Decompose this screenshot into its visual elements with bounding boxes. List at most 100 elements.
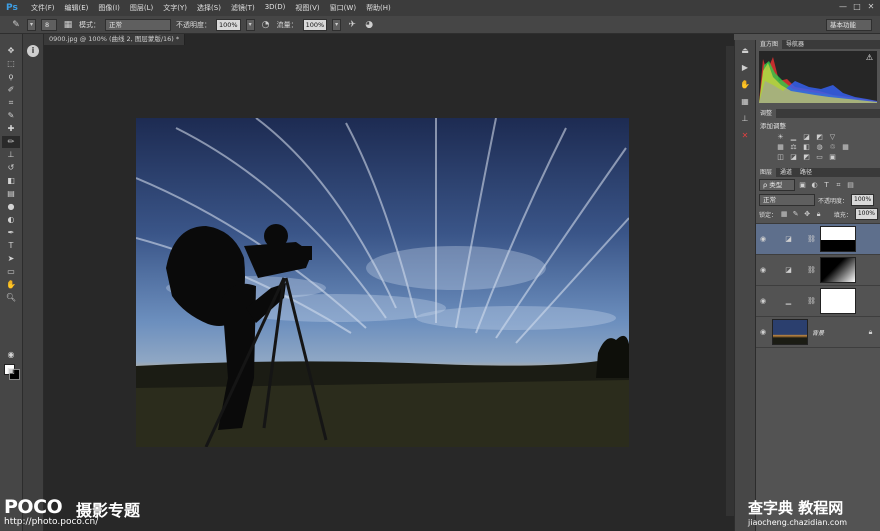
visibility-eye-icon[interactable]: ◉ <box>758 297 768 305</box>
quick-mask-icon[interactable]: ◉ <box>2 349 20 361</box>
minimize-button[interactable]: — <box>838 2 848 12</box>
layer-filter-select[interactable]: ρ 类型 <box>759 179 795 191</box>
move-tool-icon[interactable]: ✥ <box>2 45 20 57</box>
tool-preset-dropdown[interactable]: ▾ <box>27 18 36 31</box>
opacity-field[interactable]: 100% <box>216 18 241 31</box>
layer-mask-thumbnail[interactable] <box>820 226 856 252</box>
quick-select-tool-icon[interactable]: ✐ <box>2 84 20 96</box>
type-tool-icon[interactable]: T <box>2 240 20 252</box>
menu-file[interactable]: 文件(F) <box>26 3 60 13</box>
chain-link-icon[interactable]: ⛓ <box>807 297 816 305</box>
layer-curves-1[interactable]: ◉ ◪ ⛓ <box>756 255 880 286</box>
menu-help[interactable]: 帮助(H) <box>361 3 396 13</box>
brightness-contrast-icon[interactable]: ☀ <box>776 133 785 141</box>
filter-adjustment-icon[interactable]: ◐ <box>810 181 819 189</box>
workspace-select[interactable]: 基本功能 <box>826 19 872 31</box>
maximize-button[interactable]: □ <box>852 2 862 12</box>
levels-icon[interactable]: ▁ <box>789 133 798 141</box>
vibrance-icon[interactable]: ▽ <box>828 133 837 141</box>
tab-layers[interactable]: 图层 <box>756 168 777 177</box>
filter-shape-icon[interactable]: ⌗ <box>834 181 843 189</box>
pen-tool-icon[interactable]: ✒ <box>2 227 20 239</box>
channel-mixer-icon[interactable]: ♲ <box>828 143 837 151</box>
layers-opacity-field[interactable]: 100% <box>851 194 875 206</box>
shape-tool-icon[interactable]: ▭ <box>2 266 20 278</box>
gradient-map-icon[interactable]: ▭ <box>815 153 824 161</box>
menu-filter[interactable]: 滤镜(T) <box>226 3 260 13</box>
brush-tool-icon[interactable]: ✏ <box>2 136 20 148</box>
lasso-tool-icon[interactable]: ϙ <box>2 71 20 83</box>
posterize-icon[interactable]: ◪ <box>789 153 798 161</box>
close-button[interactable]: ✕ <box>866 2 876 12</box>
menu-layer[interactable]: 图层(L) <box>125 3 158 13</box>
gradient-tool-icon[interactable]: ▤ <box>2 188 20 200</box>
info-icon[interactable]: i <box>27 45 39 57</box>
lock-transparency-icon[interactable]: ▦ <box>780 210 788 218</box>
fill-field[interactable]: 100% <box>854 208 878 220</box>
photo-filter-icon[interactable]: ◍ <box>815 143 824 151</box>
invert-icon[interactable]: ◫ <box>776 153 785 161</box>
lock-all-icon[interactable]: 🔒︎ <box>814 210 822 218</box>
menu-image[interactable]: 图像(I) <box>93 3 125 13</box>
filter-pixel-icon[interactable]: ▣ <box>798 181 807 189</box>
pressure-size-icon[interactable]: ◕ <box>363 19 375 31</box>
pressure-opacity-icon[interactable]: ◔ <box>260 19 272 31</box>
actions-panel-icon[interactable]: ▶ <box>738 62 752 74</box>
threshold-icon[interactable]: ◩ <box>802 153 811 161</box>
tab-navigator[interactable]: 导航器 <box>782 40 808 49</box>
zoom-tool-icon[interactable]: 🔍︎ <box>2 292 20 304</box>
curves-icon[interactable]: ◪ <box>802 133 811 141</box>
tab-channels[interactable]: 通道 <box>776 168 796 177</box>
document-tab[interactable]: 0900.jpg @ 100% (曲线 2, 图层蒙版/16) * <box>44 34 186 45</box>
menu-window[interactable]: 窗口(W) <box>325 3 361 13</box>
tab-paths[interactable]: 路径 <box>796 168 816 177</box>
chain-link-icon[interactable]: ⛓ <box>807 266 816 274</box>
eraser-tool-icon[interactable]: ◧ <box>2 175 20 187</box>
layer-levels-1[interactable]: ◉ ▁ ⛓ <box>756 286 880 317</box>
eyedropper-tool-icon[interactable]: ✎ <box>2 110 20 122</box>
tab-adjustments[interactable]: 调整 <box>756 109 777 118</box>
tool-presets-icon[interactable]: ✕ <box>738 130 752 142</box>
layer-background[interactable]: ◉ 背景 🔒︎ <box>756 317 880 348</box>
filter-smart-icon[interactable]: ▤ <box>846 181 855 189</box>
selective-color-icon[interactable]: ▣ <box>828 153 837 161</box>
hue-saturation-icon[interactable]: ▦ <box>776 143 785 151</box>
menu-3d[interactable]: 3D(D) <box>260 3 291 13</box>
canvas-image[interactable] <box>136 118 629 447</box>
menu-view[interactable]: 视图(V) <box>290 3 324 13</box>
menu-select[interactable]: 选择(S) <box>192 3 226 13</box>
color-lookup-icon[interactable]: ▦ <box>841 143 850 151</box>
layer-mask-thumbnail[interactable] <box>820 257 856 283</box>
flow-dropdown[interactable]: ▾ <box>332 18 342 31</box>
visibility-eye-icon[interactable]: ◉ <box>758 328 768 336</box>
mode-select[interactable]: 正常 <box>105 18 171 31</box>
brush-panel-icon[interactable]: ▦ <box>62 19 74 31</box>
visibility-eye-icon[interactable]: ◉ <box>758 235 768 243</box>
opacity-dropdown[interactable]: ▾ <box>245 18 255 31</box>
visibility-eye-icon[interactable]: ◉ <box>758 266 768 274</box>
layer-mask-thumbnail[interactable] <box>820 288 856 314</box>
chain-link-icon[interactable]: ⛓ <box>807 235 816 243</box>
history-panel-icon[interactable]: ⏏ <box>738 45 752 57</box>
blend-mode-select[interactable]: 正常 <box>759 194 815 206</box>
black-white-icon[interactable]: ◧ <box>802 143 811 151</box>
screen-mode-icon[interactable]: ▣ <box>2 365 20 377</box>
filter-type-icon[interactable]: T <box>822 181 831 189</box>
path-select-tool-icon[interactable]: ➤ <box>2 253 20 265</box>
menu-type[interactable]: 文字(Y) <box>158 3 192 13</box>
healing-tool-icon[interactable]: ✚ <box>2 123 20 135</box>
brush-tool-icon[interactable]: ✎ <box>10 19 22 31</box>
brush-presets-icon[interactable]: ✋ <box>738 79 752 91</box>
brush-size-picker[interactable]: 8 <box>41 18 57 31</box>
blur-tool-icon[interactable]: ● <box>2 201 20 213</box>
crop-tool-icon[interactable]: ⌗ <box>2 97 20 109</box>
menu-edit[interactable]: 编辑(E) <box>60 3 94 13</box>
document-scrollbar[interactable] <box>726 46 734 516</box>
history-brush-tool-icon[interactable]: ↺ <box>2 162 20 174</box>
exposure-icon[interactable]: ◩ <box>815 133 824 141</box>
hand-tool-icon[interactable]: ✋ <box>2 279 20 291</box>
clone-source-icon[interactable]: ⊥ <box>738 113 752 125</box>
histogram-warning-icon[interactable]: ⚠ <box>866 53 873 62</box>
lock-pixels-icon[interactable]: ✎ <box>791 210 799 218</box>
lock-position-icon[interactable]: ✥ <box>803 210 811 218</box>
